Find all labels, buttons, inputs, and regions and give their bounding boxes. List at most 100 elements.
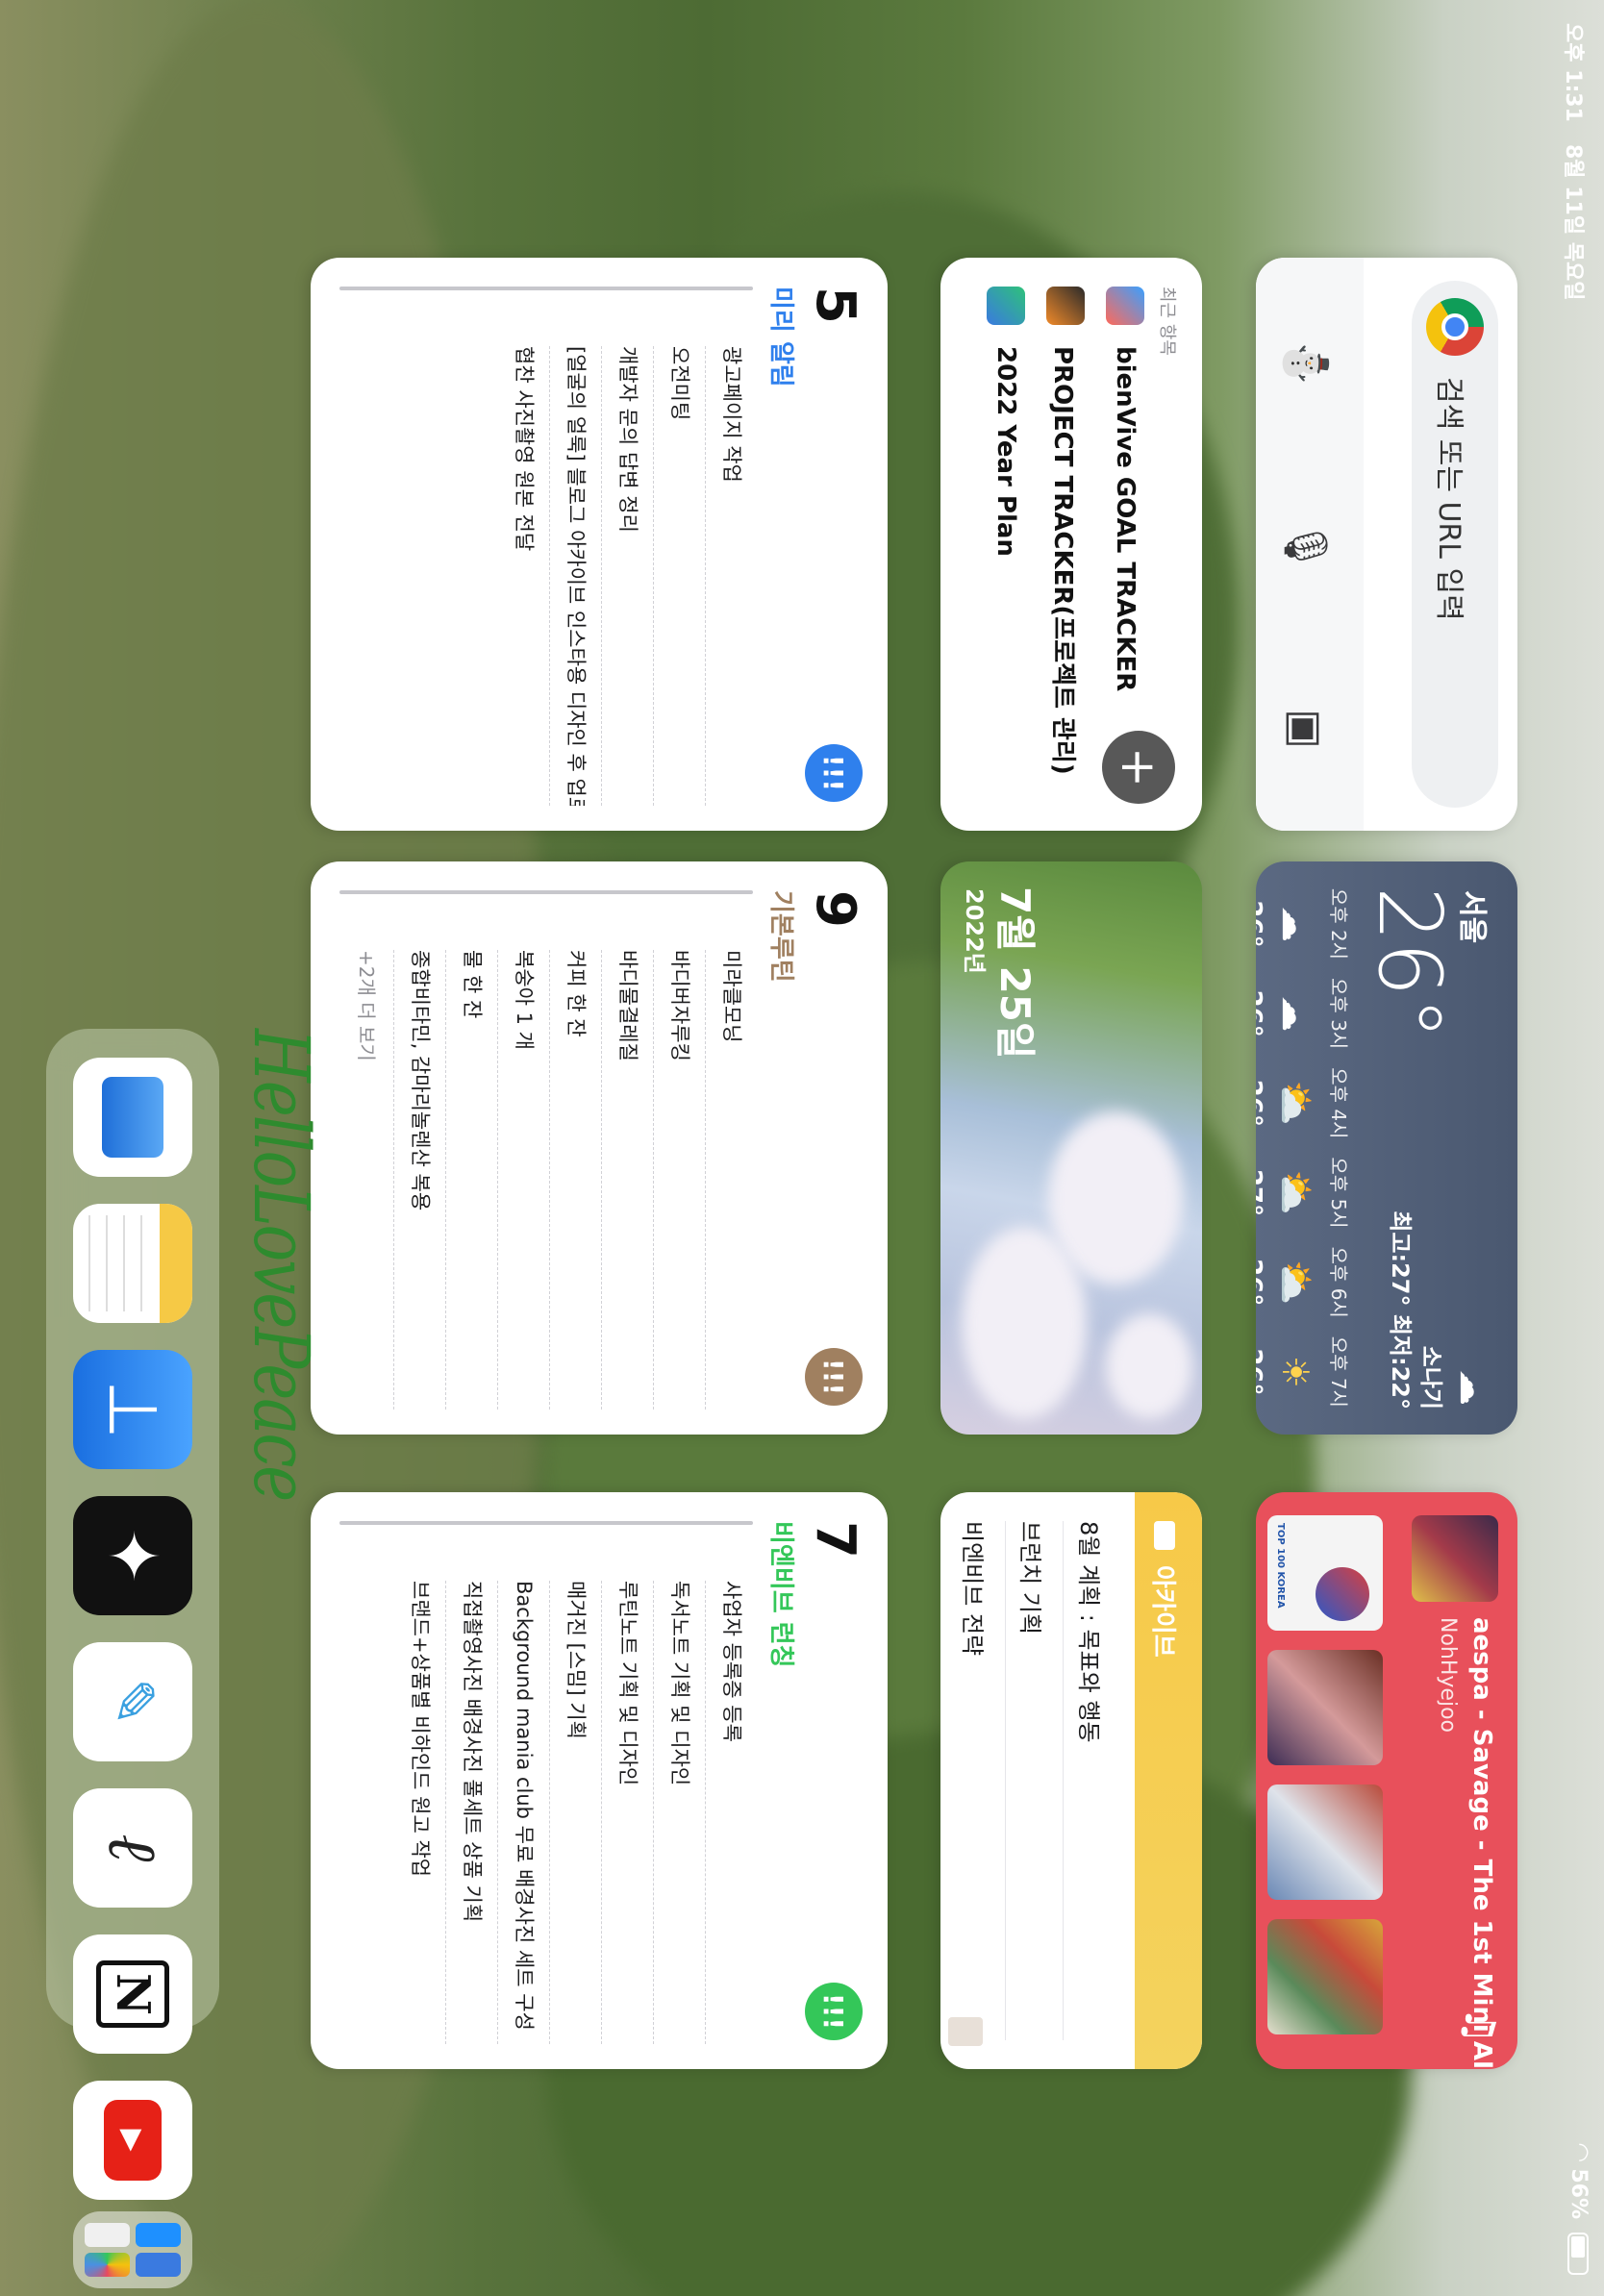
- list-icon: !!!: [805, 1983, 863, 2040]
- rain-cloud-icon: ☁: [1274, 906, 1316, 942]
- list-divider: [339, 890, 753, 894]
- reminder-item[interactable]: 바디버자루킹: [653, 950, 705, 1410]
- reminder-list-name: 비엔비브 런칭: [766, 1521, 795, 1668]
- reminder-item[interactable]: 직접촬영사진 배경사진 풀세트 상품 기획: [445, 1581, 497, 2044]
- files-app-icon[interactable]: [73, 1058, 192, 1177]
- reminder-item[interactable]: 미라클모닝: [705, 950, 757, 1410]
- hour-col: 오후 3시 ☁ 26°: [1256, 970, 1354, 1057]
- reminder-item[interactable]: 광고페이지 작업: [705, 346, 757, 806]
- reminder-item[interactable]: Background mania club 무료 배경사진 세트 구성: [497, 1581, 549, 2044]
- notes-app-icon[interactable]: [73, 1204, 192, 1323]
- shortcut-item[interactable]: bienVive GOAL TRACKER: [1106, 287, 1144, 691]
- reminder-item[interactable]: 커피 한 잔: [549, 950, 601, 1410]
- reminders-widget[interactable]: 7 비엔비브 런칭 !!! 사업자 등록증 등록 독서노트 기획 및 디자인 루…: [311, 1492, 888, 2069]
- battery-icon: [1567, 2233, 1589, 2275]
- chrome-search-widget[interactable]: 검색 또는 URL 입력 ⛄ 🎙 ▣: [1256, 258, 1517, 831]
- list-icon: !!!: [805, 744, 863, 802]
- reminder-items: 사업자 등록증 등록 독서노트 기획 및 디자인 루틴노트 기획 및 디자인 매…: [394, 1581, 757, 2044]
- status-date: 8월 11일 목요일: [1561, 144, 1585, 301]
- penultimate-app-icon[interactable]: ℓ: [73, 1788, 192, 1908]
- reminder-item[interactable]: 매거진 [스밈] 기획: [549, 1581, 601, 2044]
- goodnotes-app-icon[interactable]: ✎: [73, 1642, 192, 1761]
- note-title: 비엔비브 전략: [959, 1521, 986, 1657]
- reminder-item[interactable]: 복숭아 1 개: [497, 950, 549, 1410]
- sun-cloud-icon: ⛅: [1274, 1080, 1316, 1127]
- add-shortcut-button[interactable]: +: [1102, 731, 1175, 804]
- plan-icon: [987, 287, 1025, 325]
- reminder-item[interactable]: 루틴노트 기획 및 디자인: [601, 1581, 653, 2044]
- hour-time: 오후 3시: [1327, 978, 1350, 1050]
- wifi-icon: ◠: [1567, 2143, 1594, 2161]
- search-placeholder: 검색 또는 URL 입력: [1432, 377, 1466, 621]
- reminders-widget[interactable]: 9 기본루틴 !!! 미라클모닝 바디버자루킹 바디물결레질 커피 한 잔 복숭…: [311, 861, 888, 1435]
- reminder-item[interactable]: 바디물결레질: [601, 950, 653, 1410]
- keynote-app-icon[interactable]: ⊥: [73, 1350, 192, 1469]
- reminder-count: 5: [804, 287, 866, 324]
- reminder-item[interactable]: 종합비타민, 감마리놀렌산 복용: [393, 950, 445, 1410]
- shortcut-label: bienVive GOAL TRACKER: [1111, 346, 1140, 692]
- screen: 오후 1:31 8월 11일 목요일 56% ◠ 검색 또는 URL 입력 ⛄ …: [0, 0, 1604, 2296]
- youtube-app-icon[interactable]: ▶: [73, 2081, 192, 2200]
- photo-widget[interactable]: 7월 25일 2022년: [940, 861, 1202, 1435]
- note-item[interactable]: 비엔비브 전략: [958, 1521, 1006, 2040]
- cloud-shape: [1106, 1313, 1192, 1419]
- playlist-art: [1316, 1567, 1369, 1621]
- playlist-art[interactable]: [1267, 1650, 1383, 1765]
- shortcut-item[interactable]: 2022 Year Plan: [987, 287, 1025, 557]
- spark-app-icon[interactable]: ✦: [73, 1496, 192, 1615]
- list-icon: !!!: [805, 1348, 863, 1406]
- reminder-item[interactable]: 오전미팅: [653, 346, 705, 806]
- reminder-item[interactable]: 개발자 문의 답변 정리: [601, 346, 653, 806]
- reminder-item[interactable]: 물 한 잔: [445, 950, 497, 1410]
- search-actions: ⛄ 🎙 ▣: [1256, 258, 1364, 831]
- note-item[interactable]: 8월 계획 : 목표와 행동: [1074, 1521, 1121, 2040]
- weather-hilo: 최고:27° 최저:22°: [1387, 1210, 1414, 1410]
- reminder-items: 미라클모닝 바디버자루킹 바디물결레질 커피 한 잔 복숭아 1 개 물 한 잔…: [354, 950, 757, 1410]
- notion-app-icon[interactable]: N: [73, 1934, 192, 2054]
- playlist-top100[interactable]: TOP 100 KOREA: [1267, 1515, 1383, 1631]
- cloud-shape: [962, 1227, 1087, 1419]
- hour-temp: 26°: [1256, 1348, 1266, 1396]
- tracker-icon: [1046, 287, 1085, 325]
- cloud-icon: ☁: [1274, 995, 1316, 1033]
- hour-temp: 27°: [1256, 1168, 1266, 1217]
- weather-widget[interactable]: 서울 26° ☁ 소나기 최고:27° 최저:22° 오후 2시 ☁ 26° 오후 …: [1256, 861, 1517, 1435]
- playlist-art[interactable]: [1267, 1919, 1383, 2034]
- notes-folder: 아카이브: [1147, 1521, 1183, 1658]
- incognito-icon[interactable]: ⛄: [1277, 335, 1335, 392]
- playlist-art[interactable]: [1267, 1784, 1383, 1900]
- shortcut-item[interactable]: PROJECT TRACKER(프로젝트 관리): [1046, 287, 1085, 775]
- chrome-icon: [1426, 298, 1484, 356]
- hour-col: 오후 5시 ⛅ 27°: [1256, 1150, 1354, 1236]
- music-widget[interactable]: aespa - Savage - The 1st Mini Albu... No…: [1256, 1492, 1517, 2069]
- reminder-item[interactable]: 협찬 사진촬영 원본 전달: [498, 346, 549, 806]
- reminder-item[interactable]: 브랜드+상품별 비하인드 원고 작업: [394, 1581, 445, 2044]
- search-bar[interactable]: 검색 또는 URL 입력: [1412, 281, 1498, 808]
- rain-cloud-icon: ☁: [1452, 1369, 1494, 1406]
- hour-time: 오후 5시: [1327, 1157, 1350, 1229]
- note-item[interactable]: 브런치 기획: [1015, 1521, 1064, 2040]
- reminder-list-name: 미리 알림: [766, 287, 795, 387]
- camera-lens-icon[interactable]: ▣: [1277, 700, 1335, 758]
- reminder-count: 9: [804, 890, 866, 928]
- reminder-item[interactable]: [얼굴의 얼룩] 블로그 아카이브 인스타용 디자인 후 업로드: [549, 346, 601, 806]
- dock: ⊥ ✦ ✎ ℓ N: [46, 1029, 219, 2054]
- greeting-text: HelloLovePeace: [235, 1029, 325, 1501]
- app-folder-icon[interactable]: [73, 2211, 192, 2288]
- folder-icon: [1154, 1521, 1176, 1550]
- sun-cloud-icon: ⛅: [1274, 1260, 1316, 1306]
- reminder-item[interactable]: 독서노트 기획 및 디자인: [653, 1581, 705, 2044]
- recent-header: 최근 항목: [1157, 287, 1177, 356]
- show-more-link[interactable]: +2개 더 보기: [354, 950, 393, 1410]
- reminder-item[interactable]: 사업자 등록증 등록: [705, 1581, 757, 2044]
- microphone-icon[interactable]: 🎙: [1277, 517, 1335, 575]
- hour-temp: 26°: [1256, 900, 1266, 948]
- reminder-list-name: 기본루틴: [766, 890, 795, 983]
- hour-col: 오후 4시 ⛅ 26°: [1256, 1060, 1354, 1146]
- weather-condition: 소나기: [1417, 1345, 1444, 1410]
- notes-widget[interactable]: 아카이브 8월 계획 : 목표와 행동 브런치 기획 비엔비브 전략: [940, 1492, 1202, 2069]
- shortcut-label: PROJECT TRACKER(프로젝트 관리): [1048, 346, 1078, 775]
- reminders-widget[interactable]: 5 미리 알림 !!! 광고페이지 작업 오전미팅 개발자 문의 답변 정리 […: [311, 258, 888, 831]
- shortcuts-widget[interactable]: 최근 항목 bienVive GOAL TRACKER PROJECT TRAC…: [940, 258, 1202, 831]
- sun-icon: ☀: [1274, 1355, 1316, 1388]
